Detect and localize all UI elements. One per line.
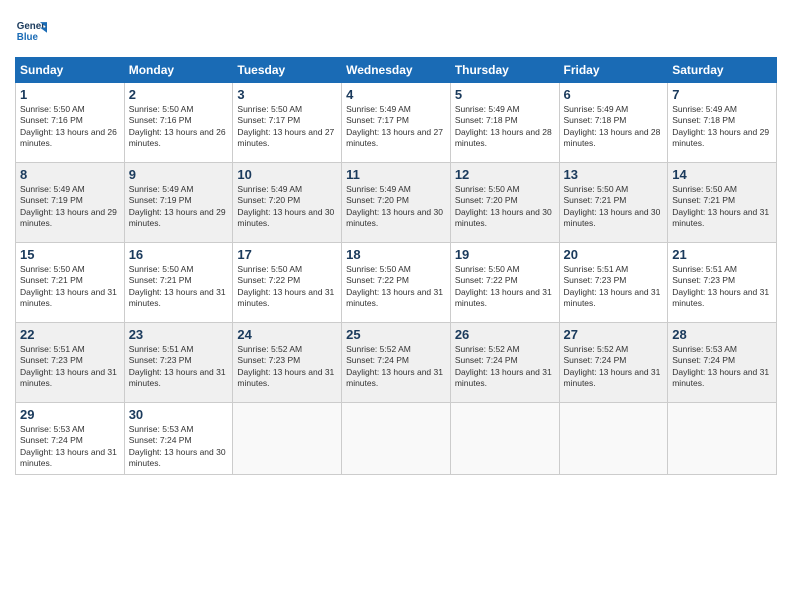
table-row: 8Sunrise: 5:49 AMSunset: 7:19 PMDaylight… — [16, 163, 125, 243]
table-row: 5Sunrise: 5:49 AMSunset: 7:18 PMDaylight… — [450, 83, 559, 163]
table-row: 21Sunrise: 5:51 AMSunset: 7:23 PMDayligh… — [668, 243, 777, 323]
svg-text:Blue: Blue — [17, 32, 39, 43]
header-wednesday: Wednesday — [342, 58, 451, 83]
table-row: 7Sunrise: 5:49 AMSunset: 7:18 PMDaylight… — [668, 83, 777, 163]
table-row: 20Sunrise: 5:51 AMSunset: 7:23 PMDayligh… — [559, 243, 668, 323]
calendar-header-row: Sunday Monday Tuesday Wednesday Thursday… — [16, 58, 777, 83]
table-row — [233, 403, 342, 475]
table-row: 24Sunrise: 5:52 AMSunset: 7:23 PMDayligh… — [233, 323, 342, 403]
table-row: 12Sunrise: 5:50 AMSunset: 7:20 PMDayligh… — [450, 163, 559, 243]
table-row: 13Sunrise: 5:50 AMSunset: 7:21 PMDayligh… — [559, 163, 668, 243]
table-row: 1Sunrise: 5:50 AMSunset: 7:16 PMDaylight… — [16, 83, 125, 163]
table-row: 27Sunrise: 5:52 AMSunset: 7:24 PMDayligh… — [559, 323, 668, 403]
header-sunday: Sunday — [16, 58, 125, 83]
table-row: 26Sunrise: 5:52 AMSunset: 7:24 PMDayligh… — [450, 323, 559, 403]
table-row: 16Sunrise: 5:50 AMSunset: 7:21 PMDayligh… — [124, 243, 233, 323]
table-row: 15Sunrise: 5:50 AMSunset: 7:21 PMDayligh… — [16, 243, 125, 323]
header-tuesday: Tuesday — [233, 58, 342, 83]
header-thursday: Thursday — [450, 58, 559, 83]
table-row — [450, 403, 559, 475]
header-monday: Monday — [124, 58, 233, 83]
table-row — [342, 403, 451, 475]
table-row: 29Sunrise: 5:53 AMSunset: 7:24 PMDayligh… — [16, 403, 125, 475]
header-friday: Friday — [559, 58, 668, 83]
table-row: 30Sunrise: 5:53 AMSunset: 7:24 PMDayligh… — [124, 403, 233, 475]
table-row: 10Sunrise: 5:49 AMSunset: 7:20 PMDayligh… — [233, 163, 342, 243]
table-row: 2Sunrise: 5:50 AMSunset: 7:16 PMDaylight… — [124, 83, 233, 163]
page-header: General Blue — [15, 15, 777, 47]
header-saturday: Saturday — [668, 58, 777, 83]
table-row: 22Sunrise: 5:51 AMSunset: 7:23 PMDayligh… — [16, 323, 125, 403]
table-row — [668, 403, 777, 475]
table-row: 14Sunrise: 5:50 AMSunset: 7:21 PMDayligh… — [668, 163, 777, 243]
table-row: 3Sunrise: 5:50 AMSunset: 7:17 PMDaylight… — [233, 83, 342, 163]
table-row: 17Sunrise: 5:50 AMSunset: 7:22 PMDayligh… — [233, 243, 342, 323]
table-row: 19Sunrise: 5:50 AMSunset: 7:22 PMDayligh… — [450, 243, 559, 323]
table-row: 25Sunrise: 5:52 AMSunset: 7:24 PMDayligh… — [342, 323, 451, 403]
table-row: 28Sunrise: 5:53 AMSunset: 7:24 PMDayligh… — [668, 323, 777, 403]
logo: General Blue — [15, 15, 51, 47]
table-row: 18Sunrise: 5:50 AMSunset: 7:22 PMDayligh… — [342, 243, 451, 323]
table-row: 23Sunrise: 5:51 AMSunset: 7:23 PMDayligh… — [124, 323, 233, 403]
table-row — [559, 403, 668, 475]
table-row: 4Sunrise: 5:49 AMSunset: 7:17 PMDaylight… — [342, 83, 451, 163]
logo-icon: General Blue — [15, 15, 47, 47]
table-row: 11Sunrise: 5:49 AMSunset: 7:20 PMDayligh… — [342, 163, 451, 243]
table-row: 9Sunrise: 5:49 AMSunset: 7:19 PMDaylight… — [124, 163, 233, 243]
table-row: 6Sunrise: 5:49 AMSunset: 7:18 PMDaylight… — [559, 83, 668, 163]
calendar-table: Sunday Monday Tuesday Wednesday Thursday… — [15, 57, 777, 475]
